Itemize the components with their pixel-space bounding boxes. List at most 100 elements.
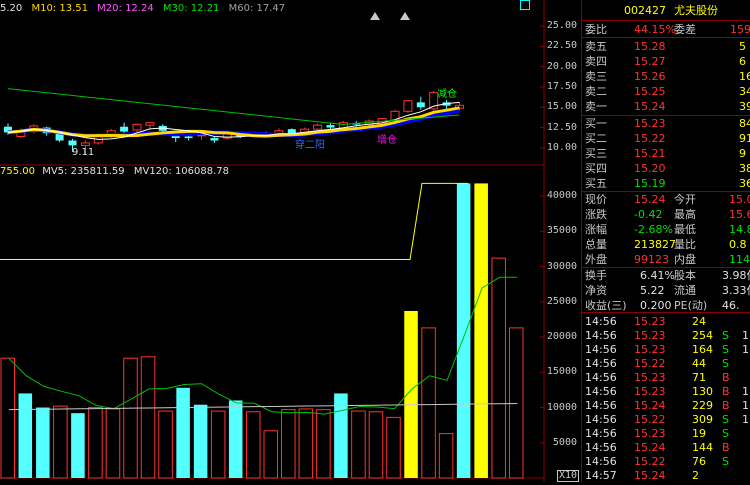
tick-row: 14:56 15.22 76 S — [582, 454, 750, 469]
ma5-value: 5.20 — [0, 3, 23, 14]
quote-stat-row: 涨跌 -0.42 最高 15.6 — [582, 207, 750, 222]
volume-bar — [474, 183, 488, 478]
tick-volume: 144 — [692, 441, 713, 454]
tick-time: 14:56 — [585, 315, 617, 328]
volume-bar — [176, 387, 190, 478]
stat-label: 最低 — [674, 223, 696, 236]
tick-row: 14:57 15.24 2 — [582, 468, 750, 482]
tick-count: 1 — [742, 413, 749, 426]
stat-value: 15.6 — [729, 208, 750, 221]
chart-nav-arrows[interactable] — [370, 12, 420, 22]
bid-row: 买一 15.23 84 — [582, 116, 750, 131]
tick-volume: 229 — [692, 399, 713, 412]
fundamental-row: 净资 5.22 流通 3.33亿 — [582, 283, 750, 298]
weibi-label: 委比 — [585, 23, 607, 36]
fundamental-row: 收益(三) 0.200 PE(动) 46. — [582, 298, 750, 313]
volume-bar — [386, 416, 401, 479]
tick-price: 15.24 — [634, 469, 666, 482]
chart-corner-icon[interactable] — [520, 0, 530, 10]
kline-chart[interactable]: 5.20 M10: 13.51 M20: 12.24 M30: 12.21 M6… — [0, 0, 545, 482]
volume-tick-label: 25000 — [546, 295, 577, 307]
tick-price: 15.22 — [634, 413, 666, 426]
volume-bar — [245, 411, 261, 479]
tick-price: 15.23 — [634, 371, 666, 384]
chart-up-icon[interactable] — [370, 12, 380, 20]
ma-indicator-bar: 5.20 M10: 13.51 M20: 12.24 M30: 12.21 M6… — [0, 3, 285, 14]
divider — [582, 312, 750, 313]
tick-row: 14:56 15.23 24 — [582, 314, 750, 329]
chart-up-icon[interactable] — [400, 12, 410, 20]
stock-header: 002427 尤夫股份 — [582, 3, 750, 18]
tick-side: S — [722, 427, 729, 440]
divider — [582, 20, 750, 21]
bid-label: 买四 — [585, 162, 607, 175]
ask-volume: 34 — [739, 85, 750, 98]
ask-volume: 16 — [739, 70, 750, 83]
tick-time: 14:56 — [585, 413, 617, 426]
quote-stat-row: 总量 213827 量比 0.8 — [582, 237, 750, 252]
stat-value: 15.24 — [634, 193, 666, 206]
tick-time: 14:56 — [585, 441, 617, 454]
bid-volume: 9 — [739, 147, 746, 160]
candle-body — [313, 124, 323, 130]
tick-price: 15.24 — [634, 399, 666, 412]
volume-bar — [404, 310, 418, 478]
volume-tick-label: 35000 — [546, 225, 577, 237]
bid-label: 买一 — [585, 117, 607, 130]
volume-bar — [298, 408, 314, 479]
bid-price: 15.19 — [634, 177, 666, 190]
stat-value: 11470 — [729, 253, 750, 266]
ask-volume: 5 — [739, 40, 746, 53]
bid-row: 买五 15.19 36 — [582, 176, 750, 191]
fundamental-value: 5.22 — [640, 284, 665, 297]
volume-bar — [0, 357, 16, 479]
bid-label: 买五 — [585, 177, 607, 190]
tick-time: 14:56 — [585, 399, 617, 412]
tick-row: 14:56 15.24 229 B 1 — [582, 398, 750, 413]
stock-code: 002427 — [624, 4, 666, 17]
tick-count: 1 — [742, 343, 749, 356]
ask-row: 卖四 15.27 6 — [582, 54, 750, 69]
volume-unit: X10 — [556, 470, 579, 482]
tick-time: 14:56 — [585, 371, 617, 384]
price-tick-label: 20.00 — [546, 60, 577, 72]
mv120-value: MV120: 106088.78 — [133, 166, 230, 177]
ask-label: 卖四 — [585, 55, 607, 68]
bid-volume: 36 — [739, 177, 750, 190]
quote-stat-row: 现价 15.24 今开 15.0 — [582, 192, 750, 207]
volume-bar — [71, 413, 85, 478]
ask-row: 卖五 15.28 5 — [582, 39, 750, 54]
stat-label: 内盘 — [674, 253, 696, 266]
candle-body — [326, 125, 335, 128]
pattern-label: 穿二阳 — [295, 140, 325, 151]
tick-side: B — [722, 399, 730, 412]
tick-count: 1 — [742, 399, 749, 412]
tick-row: 14:56 15.23 254 S 1 — [582, 328, 750, 343]
ask-price: 15.28 — [634, 40, 666, 53]
stat-label: 外盘 — [585, 253, 607, 266]
volume-bar — [105, 408, 121, 479]
volume-bar — [421, 327, 436, 479]
volume-bar — [438, 433, 454, 479]
bid-price: 15.21 — [634, 147, 666, 160]
bid-volume: 84 — [739, 117, 750, 130]
volume-bar — [53, 405, 68, 479]
mv5-line — [8, 276, 518, 415]
ask-price: 15.25 — [634, 85, 666, 98]
stat-label: 最高 — [674, 208, 696, 221]
fundamental-label: 股本 — [674, 269, 696, 282]
stat-label: 现价 — [585, 193, 607, 206]
ask-row: 卖三 15.26 16 — [582, 69, 750, 84]
tick-row: 14:56 15.23 130 B 1 — [582, 384, 750, 399]
ask-label: 卖一 — [585, 100, 607, 113]
ask-label: 卖五 — [585, 40, 607, 53]
price-tick-label: 15.00 — [546, 101, 577, 113]
mv120-line — [8, 403, 518, 411]
volume-bar — [316, 409, 331, 479]
volume-bar — [456, 183, 471, 478]
tick-volume: 24 — [692, 315, 706, 328]
vol-value: 755.00 — [0, 166, 35, 177]
volume-tick-label: 20000 — [546, 331, 577, 343]
fundamental-label: PE(动) — [674, 299, 708, 312]
ma20-value: M20: 12.24 — [97, 3, 154, 14]
